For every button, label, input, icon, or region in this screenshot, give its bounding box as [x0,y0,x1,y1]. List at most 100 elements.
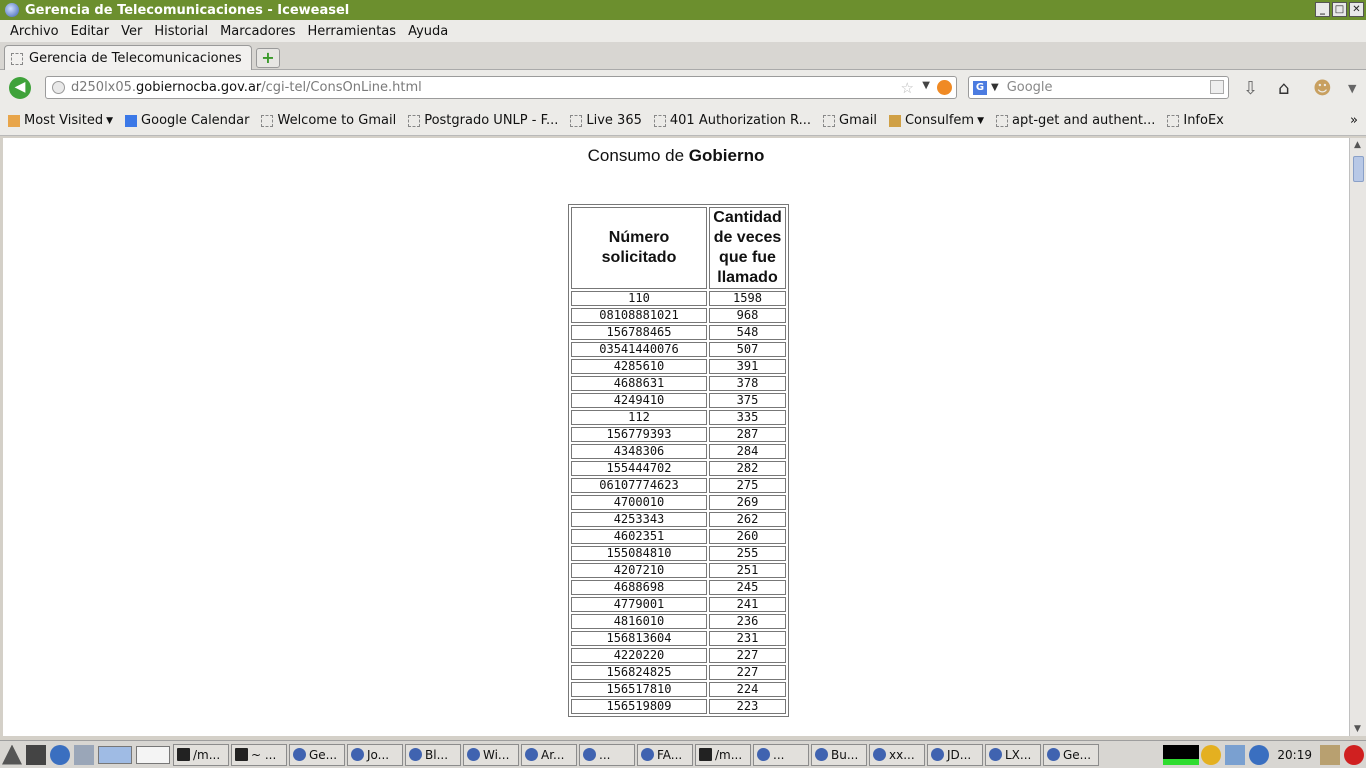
system-tray: 20:19 [1163,741,1366,768]
taskbar: /m... ~ ... Ge... Jo... Bl... Wi... Ar...... FA… [0,740,1366,768]
browser-icon [293,748,306,761]
bookmark-label: apt-get and authent... [1012,113,1156,128]
number-cell: 06107774623 [571,478,707,493]
workspace-2[interactable] [136,745,170,764]
bookmarks-overflow-icon[interactable]: » [1350,113,1358,128]
table-row: 06107774623 275 [571,478,786,493]
table-row: 4220220 227 [571,648,786,663]
taskbar-button-label: Ge... [1063,747,1092,762]
menu-marcadores[interactable]: Marcadores [214,24,301,39]
tab-gerencia[interactable]: Gerencia de Telecomunicaciones [4,45,252,71]
taskbar-button[interactable]: Bu... [811,743,867,766]
taskbar-button[interactable]: FA... [637,743,693,766]
url-bar[interactable]: d250lx05. gobiernocba.gov.ar/cgi-tel/Cons… [45,76,957,99]
bookmark-label: 401 Authorization R... [669,113,811,128]
workspace-1[interactable] [98,745,132,764]
bookmark-infoex[interactable]: InfoEx [1167,113,1224,128]
chevron-down-icon[interactable]: ▼ [1348,82,1356,95]
bookmark-most-visited[interactable]: Most Visited ▼ [8,113,113,128]
maximize-button[interactable]: □ [1332,2,1347,17]
menu-archivo[interactable]: Archivo [4,24,65,39]
number-cell: 156824825 [571,665,707,680]
taskbar-button[interactable]: JD... [927,743,983,766]
taskbar-button[interactable]: Wi... [463,743,519,766]
menu-ayuda[interactable]: Ayuda [402,24,454,39]
number-cell: 110 [571,291,707,306]
home-icon[interactable]: ⌂ [1278,78,1289,99]
back-button[interactable]: ◀ [9,77,31,99]
search-placeholder: Google [1006,80,1053,95]
bookmark-apt-get[interactable]: apt-get and authent... [996,113,1155,128]
bookmark-label: Postgrado UNLP - F... [424,113,559,128]
bookmark-gmail[interactable]: Gmail [823,113,877,128]
count-cell: 260 [709,529,786,544]
page-title-prefix: Consumo de [587,146,685,165]
url-dropdown-icon[interactable]: ▼ [922,80,930,91]
table-row: 4688631 378 [571,376,786,391]
menu-editar[interactable]: Editar [65,24,116,39]
network-icon[interactable] [1225,745,1246,765]
number-cell: 4602351 [571,529,707,544]
search-icon[interactable] [1210,80,1224,94]
bookmark-postgrado-unlp[interactable]: Postgrado UNLP - F... [408,113,558,128]
bookmark-label: Most Visited [24,113,104,128]
addon-icon[interactable]: ☻ [1313,78,1332,99]
menu-ver[interactable]: Ver [115,24,148,39]
bookmark-star-icon[interactable]: ☆ [901,79,914,97]
taskbar-button[interactable]: Ge... [289,743,345,766]
bookmark-live-365[interactable]: Live 365 [570,113,642,128]
search-input[interactable]: G ▼ Google [968,76,1229,99]
start-menu-icon[interactable] [2,744,22,765]
taskbar-button[interactable]: Jo... [347,743,403,766]
count-cell: 548 [709,325,786,340]
scrollbar-thumb[interactable] [1353,156,1364,182]
taskbar-button[interactable]: ... [753,743,809,766]
taskbar-button[interactable]: /m... [173,743,229,766]
page-icon [1167,114,1180,127]
new-tab-button[interactable]: + [256,48,280,68]
app-tray-icon[interactable] [1201,745,1222,765]
file-manager-icon[interactable] [74,744,94,765]
bookmark-welcome-gmail[interactable]: Welcome to Gmail [261,113,396,128]
wifi-icon[interactable] [1249,745,1270,765]
bookmark-consulfem[interactable]: Consulfem ▼ [888,113,984,128]
menu-historial[interactable]: Historial [148,24,214,39]
taskbar-button[interactable]: Ge... [1043,743,1099,766]
scroll-down-icon[interactable]: ▼ [1354,724,1361,734]
taskbar-button-label: Bl... [425,747,449,762]
browser-launcher-icon[interactable] [50,744,70,765]
bookmark-google-calendar[interactable]: Google Calendar [125,113,249,128]
tab-strip: Gerencia de Telecomunicaciones + [0,42,1366,71]
power-icon[interactable] [1344,745,1364,765]
window-titlebar: Gerencia de Telecomunicaciones - Iceweas… [0,0,1366,20]
table-row: 155444702 282 [571,461,786,476]
browser-icon [351,748,364,761]
battery-icon[interactable] [1320,745,1340,765]
app-icon [931,748,944,761]
clock[interactable]: 20:19 [1277,748,1312,762]
taskbar-button-label: Jo... [367,747,390,762]
bookmark-401-authorization[interactable]: 401 Authorization R... [653,113,811,128]
table-row: 4253343 262 [571,512,786,527]
taskbar-button[interactable]: xx... [869,743,925,766]
taskbar-button[interactable]: Bl... [405,743,461,766]
vertical-scrollbar[interactable]: ▲ ▼ [1349,138,1366,736]
taskbar-button-label: FA... [657,747,683,762]
count-cell: 507 [709,342,786,357]
number-cell: 4779001 [571,597,707,612]
download-icon[interactable]: ⇩ [1243,78,1258,99]
taskbar-button[interactable]: Ar... [521,743,577,766]
scroll-up-icon[interactable]: ▲ [1354,140,1361,150]
menu-herramientas[interactable]: Herramientas [302,24,403,39]
taskbar-button[interactable]: ... [579,743,635,766]
taskbar-button[interactable]: LX... [985,743,1041,766]
taskbar-button[interactable]: /m... [695,743,751,766]
minimize-button[interactable]: _ [1315,2,1330,17]
search-engine-dropdown-icon[interactable]: ▼ [991,82,999,93]
taskbar-button[interactable]: ~ ... [231,743,287,766]
show-desktop-icon[interactable] [26,744,46,765]
google-icon[interactable]: G [973,80,987,95]
close-button[interactable]: ✕ [1349,2,1364,17]
feed-icon[interactable] [937,80,952,95]
count-cell: 335 [709,410,786,425]
